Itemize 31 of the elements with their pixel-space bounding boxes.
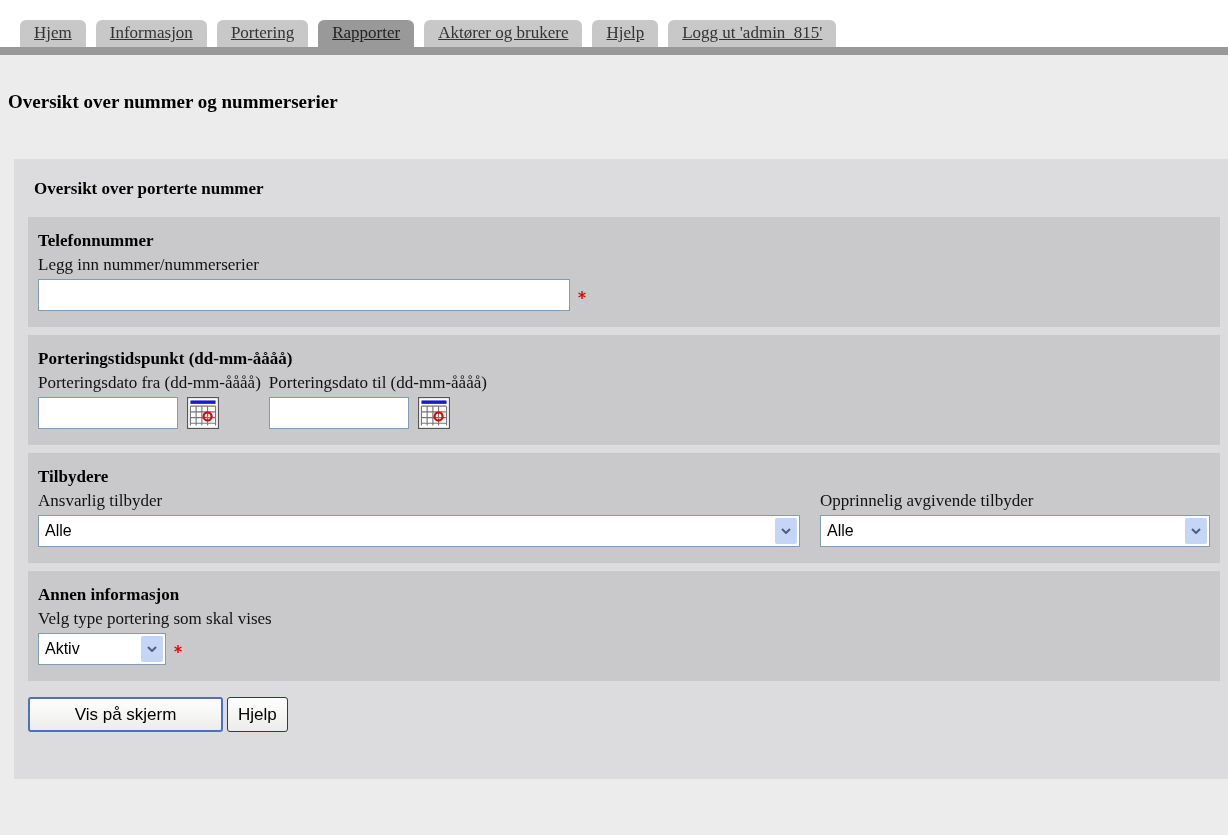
nav-tab[interactable]: Informasjon — [95, 20, 207, 47]
nav-tab[interactable]: Portering — [216, 20, 309, 47]
calendar-icon[interactable] — [184, 397, 222, 429]
section-title: Tilbydere — [38, 467, 109, 487]
nav-tab[interactable]: Hjelp — [592, 20, 659, 47]
nav-tab[interactable]: Aktører og brukere — [424, 20, 583, 47]
field-label: Velg type portering som skal vises — [38, 609, 272, 629]
field-label: Legg inn nummer/nummerserier — [38, 255, 259, 275]
form-button[interactable]: Vis på skjerm — [28, 697, 223, 732]
form-title: Oversikt over porterte nummer — [34, 179, 264, 199]
chevron-down-icon — [1191, 528, 1201, 534]
dropdown[interactable]: Alle — [820, 515, 1210, 547]
chevron-down-icon — [147, 646, 157, 652]
field-label: Porteringsdato til (dd-mm-åååå) — [268, 373, 487, 393]
nav-tab[interactable]: Logg ut 'admin_815' — [668, 20, 837, 47]
field-label: Porteringsdato fra (dd-mm-åååå) — [38, 373, 261, 393]
date-field[interactable] — [268, 397, 409, 429]
field-label: Ansvarlig tilbyder — [38, 491, 163, 511]
section-title: Porteringstidspunkt (dd-mm-åååå) — [38, 349, 293, 369]
nav-tab[interactable]: Hjem — [20, 20, 86, 47]
section-title: Telefonnummer — [38, 231, 154, 251]
section-title: Annen informasjon — [38, 585, 180, 605]
page-title: Oversikt over nummer og nummerserier — [8, 91, 338, 113]
dropdown[interactable]: Aktiv — [38, 633, 166, 665]
field-label: Opprinnelig avgivende tilbyder — [820, 491, 1034, 511]
date-field[interactable] — [38, 397, 178, 429]
form-button[interactable]: Hjelp — [227, 697, 288, 732]
dropdown[interactable]: Alle — [38, 515, 800, 547]
input-field[interactable] — [38, 279, 570, 311]
nav-tab[interactable]: Rapporter — [318, 20, 415, 47]
chevron-down-icon — [781, 528, 791, 534]
